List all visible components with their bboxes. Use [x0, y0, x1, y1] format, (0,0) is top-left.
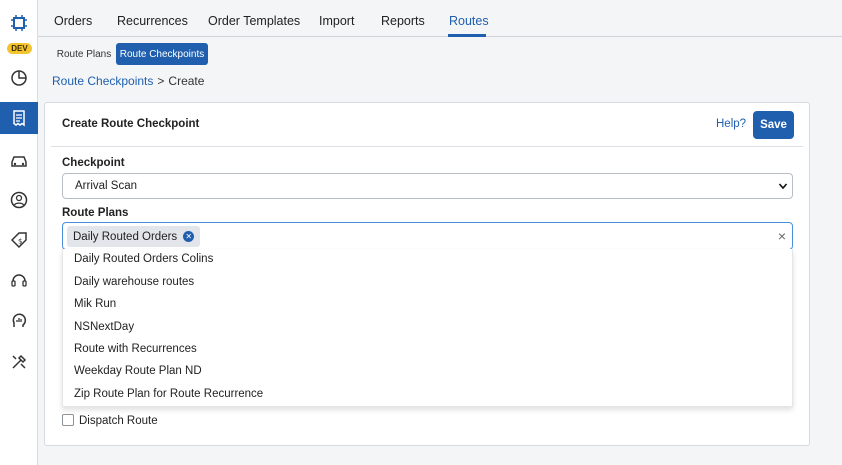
tab-import[interactable]: Import: [319, 14, 354, 28]
breadcrumb: Route Checkpoints > Create: [52, 74, 204, 88]
route-plans-dropdown: Daily Routed Orders Colins Daily warehou…: [62, 249, 793, 407]
selected-chip: Daily Routed Orders ✕: [67, 226, 201, 247]
headset-icon[interactable]: [0, 268, 38, 292]
dropdown-option[interactable]: Mik Run: [74, 298, 116, 310]
remove-chip-icon[interactable]: ✕: [183, 231, 195, 242]
divider: [51, 146, 803, 147]
dispatch-route-checkbox[interactable]: [62, 414, 74, 426]
route-plans-multiselect[interactable]: Daily Routed Orders ✕ ×: [62, 222, 793, 250]
tab-reports[interactable]: Reports: [381, 14, 425, 28]
tab-routes[interactable]: Routes: [449, 14, 489, 28]
sidebar-item-orders[interactable]: [0, 102, 38, 134]
checkpoint-label: Checkpoint: [62, 157, 125, 169]
tab-order-templates[interactable]: Order Templates: [208, 14, 300, 28]
sidebar: DEV $: [0, 0, 38, 465]
dropdown-option[interactable]: Route with Recurrences: [74, 343, 197, 355]
dispatch-route-label[interactable]: Dispatch Route: [79, 415, 158, 427]
dropdown-option[interactable]: NSNextDay: [74, 321, 134, 333]
dropdown-option[interactable]: Weekday Route Plan ND: [74, 365, 202, 377]
breadcrumb-separator: >: [157, 74, 165, 88]
checkpoint-select[interactable]: Arrival Scan: [62, 173, 793, 199]
tab-recurrences[interactable]: Recurrences: [117, 14, 188, 28]
chip-label: Daily Routed Orders: [73, 230, 178, 243]
tools-icon[interactable]: [0, 350, 38, 374]
chevron-down-icon: [778, 183, 788, 190]
page-title: Create Route Checkpoint: [62, 118, 200, 130]
help-link[interactable]: Help?: [716, 118, 746, 130]
subtab-route-checkpoints[interactable]: Route Checkpoints: [116, 43, 208, 65]
breadcrumb-link[interactable]: Route Checkpoints: [52, 74, 153, 88]
tab-orders[interactable]: Orders: [54, 14, 92, 28]
save-button[interactable]: Save: [753, 111, 794, 139]
logo-icon[interactable]: [0, 10, 38, 36]
checkpoint-select-value: Arrival Scan: [75, 180, 137, 192]
receipt-icon: [13, 110, 25, 127]
dropdown-option[interactable]: Daily Routed Orders Colins: [74, 253, 213, 265]
subtab-route-plans[interactable]: Route Plans: [52, 43, 116, 65]
svg-text:$: $: [18, 238, 22, 246]
route-plans-label: Route Plans: [62, 207, 129, 219]
top-nav: Orders Recurrences Order Templates Impor…: [38, 0, 842, 37]
dropdown-option[interactable]: Daily warehouse routes: [74, 276, 194, 288]
clear-icon[interactable]: ×: [778, 228, 786, 244]
pie-chart-icon[interactable]: [0, 66, 38, 90]
price-tag-icon[interactable]: $: [0, 228, 38, 252]
active-tab-indicator: [448, 34, 486, 37]
analytics-head-icon[interactable]: [0, 308, 38, 332]
dropdown-option[interactable]: Zip Route Plan for Route Recurrence: [74, 388, 263, 400]
car-icon[interactable]: [0, 148, 38, 172]
user-circle-icon[interactable]: [0, 188, 38, 212]
breadcrumb-current: Create: [168, 74, 205, 88]
env-badge: DEV: [7, 43, 32, 54]
